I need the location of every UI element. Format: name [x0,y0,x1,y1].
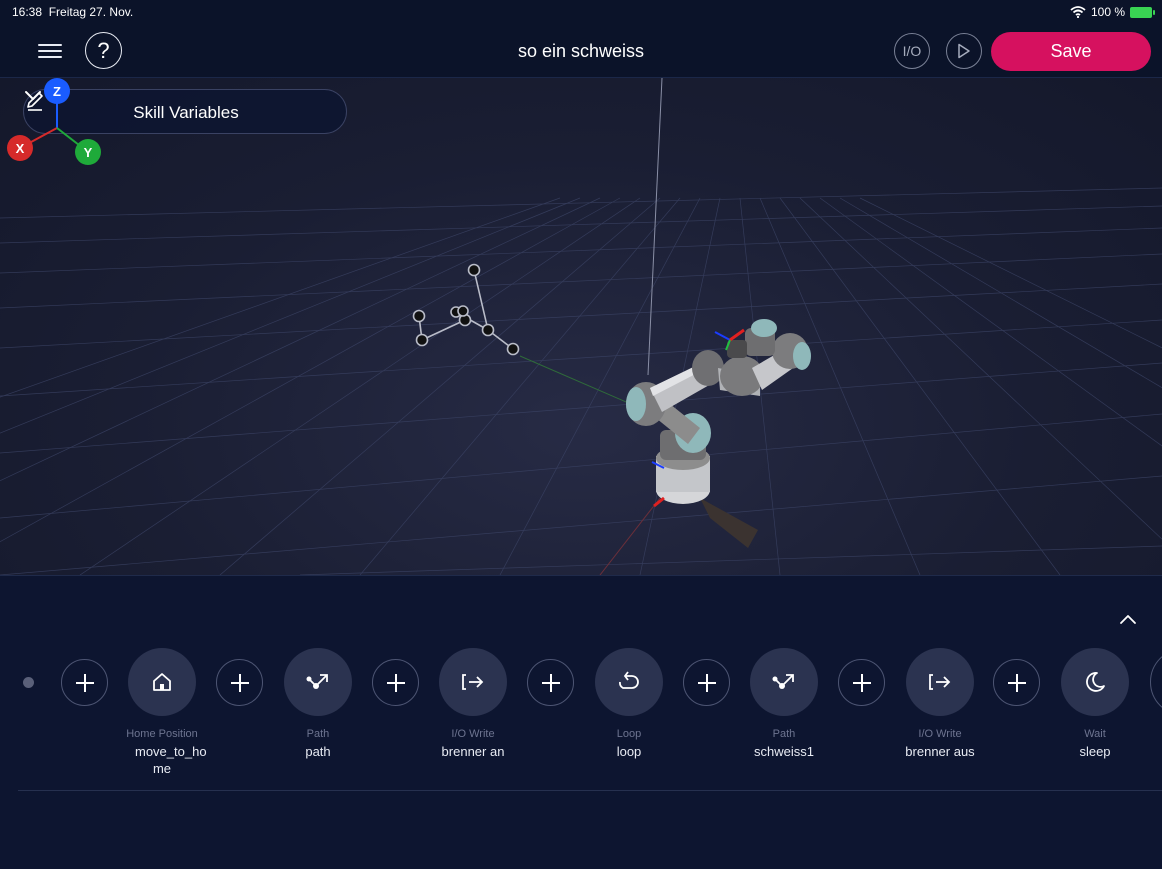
skill-icon-circle[interactable] [128,648,196,716]
clock-time: 16:38 [12,5,43,19]
skill-type-label: Wait [1084,728,1106,740]
skill-type-label: I/O Write [918,728,962,740]
status-time: 16:38 Freitag 27. Nov. [12,5,133,19]
path-icon [306,674,328,689]
skill-icon-circle[interactable] [439,648,507,716]
skill-timeline-panel: Home Position move_to_ho me Path path I/… [0,575,1162,869]
add-skill-button[interactable] [527,659,574,706]
battery-icon [1130,6,1155,18]
io-write-icon [929,674,951,690]
path-icon [772,674,794,689]
page-title: so ein schweiss [517,41,645,61]
top-bar: ? so ein schweiss I/O Save [0,24,1162,78]
loop-icon [619,671,639,689]
skill-icon-circle[interactable] [906,648,974,716]
floor-grid [0,187,1162,575]
vertical-axis-line [647,78,663,376]
3d-viewport[interactable]: Skill Variables Z X Y [0,78,1162,575]
skill-name-label: schweiss1 [754,744,814,759]
add-skill-button[interactable] [683,659,730,706]
clock-date: Freitag 27. Nov. [48,5,134,19]
skill-name-label: sleep [1079,744,1111,759]
wifi-icon [1070,6,1086,18]
y-axis-label: Y [84,145,93,160]
x-axis-label: X [16,141,25,156]
add-skill-button[interactable] [216,659,263,706]
skill-icon-circle[interactable] [750,648,818,716]
skill-type-label: Home Position [126,728,198,740]
skill-type-label: Path [772,728,796,740]
battery-percent: 100 % [1090,5,1125,19]
save-label: Save [1050,41,1092,61]
play-icon [958,43,970,59]
io-write-icon [462,674,484,690]
add-skill-button[interactable] [61,659,108,706]
skill-name-label: loop [616,744,642,759]
home-icon [153,673,171,691]
skill-type-label: I/O Write [451,728,495,740]
z-axis-label: Z [53,84,61,99]
skill-type-label: Path [306,728,330,740]
save-button[interactable]: Save [991,32,1151,71]
io-label: I/O [902,43,922,59]
path-waypoints[interactable] [412,263,520,356]
status-bar: 16:38 Freitag 27. Nov. 100 % [0,0,1162,24]
add-skill-button[interactable] [838,659,885,706]
moon-icon [1086,672,1105,692]
skill-icon-circle[interactable] [1061,648,1129,716]
skill-icon-circle[interactable] [595,648,663,716]
play-button[interactable] [946,33,982,69]
chevron-up-icon[interactable] [1118,611,1138,627]
skill-type-label: Loop [616,728,642,740]
add-skill-button[interactable] [372,659,419,706]
timeline-start-dot [23,677,34,688]
scene-canvas[interactable] [0,78,1162,575]
skill-name-label: move_to_ho me [135,744,207,776]
skill-name-label: path [305,744,331,759]
skill-name-label: brenner an [441,744,505,759]
io-button[interactable]: I/O [894,33,930,69]
axis-gizmo[interactable]: Z X Y [0,78,110,168]
y-axis-line [519,355,641,409]
panel-divider [18,790,1162,791]
status-indicators: 100 % [1070,5,1155,19]
skill-icon-circle[interactable] [284,648,352,716]
add-skill-button[interactable] [993,659,1040,706]
skill-name-label: brenner aus [905,744,975,759]
skill-node-partial[interactable] [1150,648,1162,716]
